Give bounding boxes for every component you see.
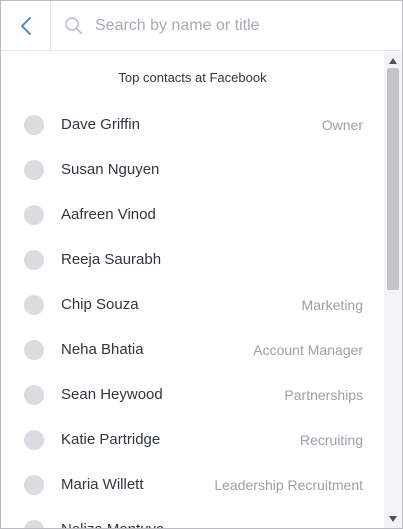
avatar <box>24 204 44 225</box>
contacts-list: Top contacts at Facebook Dave Griffin Own… <box>1 52 384 528</box>
contact-row[interactable]: Dave Griffin Owner <box>1 102 384 147</box>
contact-title: Partnerships <box>284 386 363 403</box>
contact-row[interactable]: Katie Partridge Recruiting <box>1 417 384 462</box>
scroll-up-arrow[interactable] <box>384 54 402 68</box>
back-button[interactable] <box>1 1 51 51</box>
contact-row[interactable]: Susan Nguyen <box>1 147 384 192</box>
contact-name: Chip Souza <box>61 296 139 313</box>
contact-row[interactable]: Maria Willett Leadership Recruitment <box>1 462 384 507</box>
contact-row[interactable]: Aafreen Vinod <box>1 192 384 237</box>
contact-row[interactable]: Sean Heywood Partnerships <box>1 372 384 417</box>
contact-title: Marketing <box>301 296 363 313</box>
avatar <box>24 159 44 180</box>
contact-title: Recruiting <box>299 431 363 448</box>
avatar <box>24 519 44 528</box>
contact-name: Neha Bhatia <box>61 341 144 358</box>
triangle-up-icon <box>389 58 397 64</box>
contact-name: Sean Heywood <box>61 386 163 403</box>
contact-title: Account Manager <box>253 341 363 358</box>
triangle-down-icon <box>389 516 397 522</box>
contact-row[interactable]: Neha Bhatia Account Manager <box>1 327 384 372</box>
avatar <box>24 339 44 360</box>
avatar <box>24 384 44 405</box>
avatar <box>24 114 44 135</box>
avatar <box>24 294 44 315</box>
scrollbar-thumb[interactable] <box>387 68 399 290</box>
contact-name: Aafreen Vinod <box>61 206 156 223</box>
contact-title: Leadership Recruitment <box>214 476 363 493</box>
contact-row[interactable]: Reeja Saurabh <box>1 237 384 282</box>
search-input[interactable] <box>95 10 385 41</box>
list-heading: Top contacts at Facebook <box>118 70 267 85</box>
contact-title: Owner <box>321 116 363 133</box>
contact-row[interactable]: Chip Souza Marketing <box>1 282 384 327</box>
avatar <box>24 429 44 450</box>
scrollbar[interactable] <box>384 52 402 528</box>
scroll-down-arrow[interactable] <box>384 512 402 526</box>
avatar <box>24 249 44 270</box>
search-icon <box>64 16 84 36</box>
contact-row[interactable]: Neliza Montuya <box>1 507 384 528</box>
avatar <box>24 474 44 495</box>
search-header <box>1 1 402 51</box>
contact-name: Maria Willett <box>61 476 144 493</box>
contact-picker-panel: Top contacts at Facebook Dave Griffin Own… <box>0 0 403 529</box>
contact-name: Katie Partridge <box>61 431 161 448</box>
contact-name: Reeja Saurabh <box>61 251 162 268</box>
search-bar <box>51 1 402 51</box>
contact-name: Susan Nguyen <box>61 161 160 178</box>
contact-rows: Dave Griffin Owner Susan Nguyen Aafreen Vin… <box>1 102 384 528</box>
contact-name: Neliza Montuya <box>61 521 164 528</box>
chevron-left-icon <box>20 16 31 35</box>
contact-name: Dave Griffin <box>61 116 140 133</box>
